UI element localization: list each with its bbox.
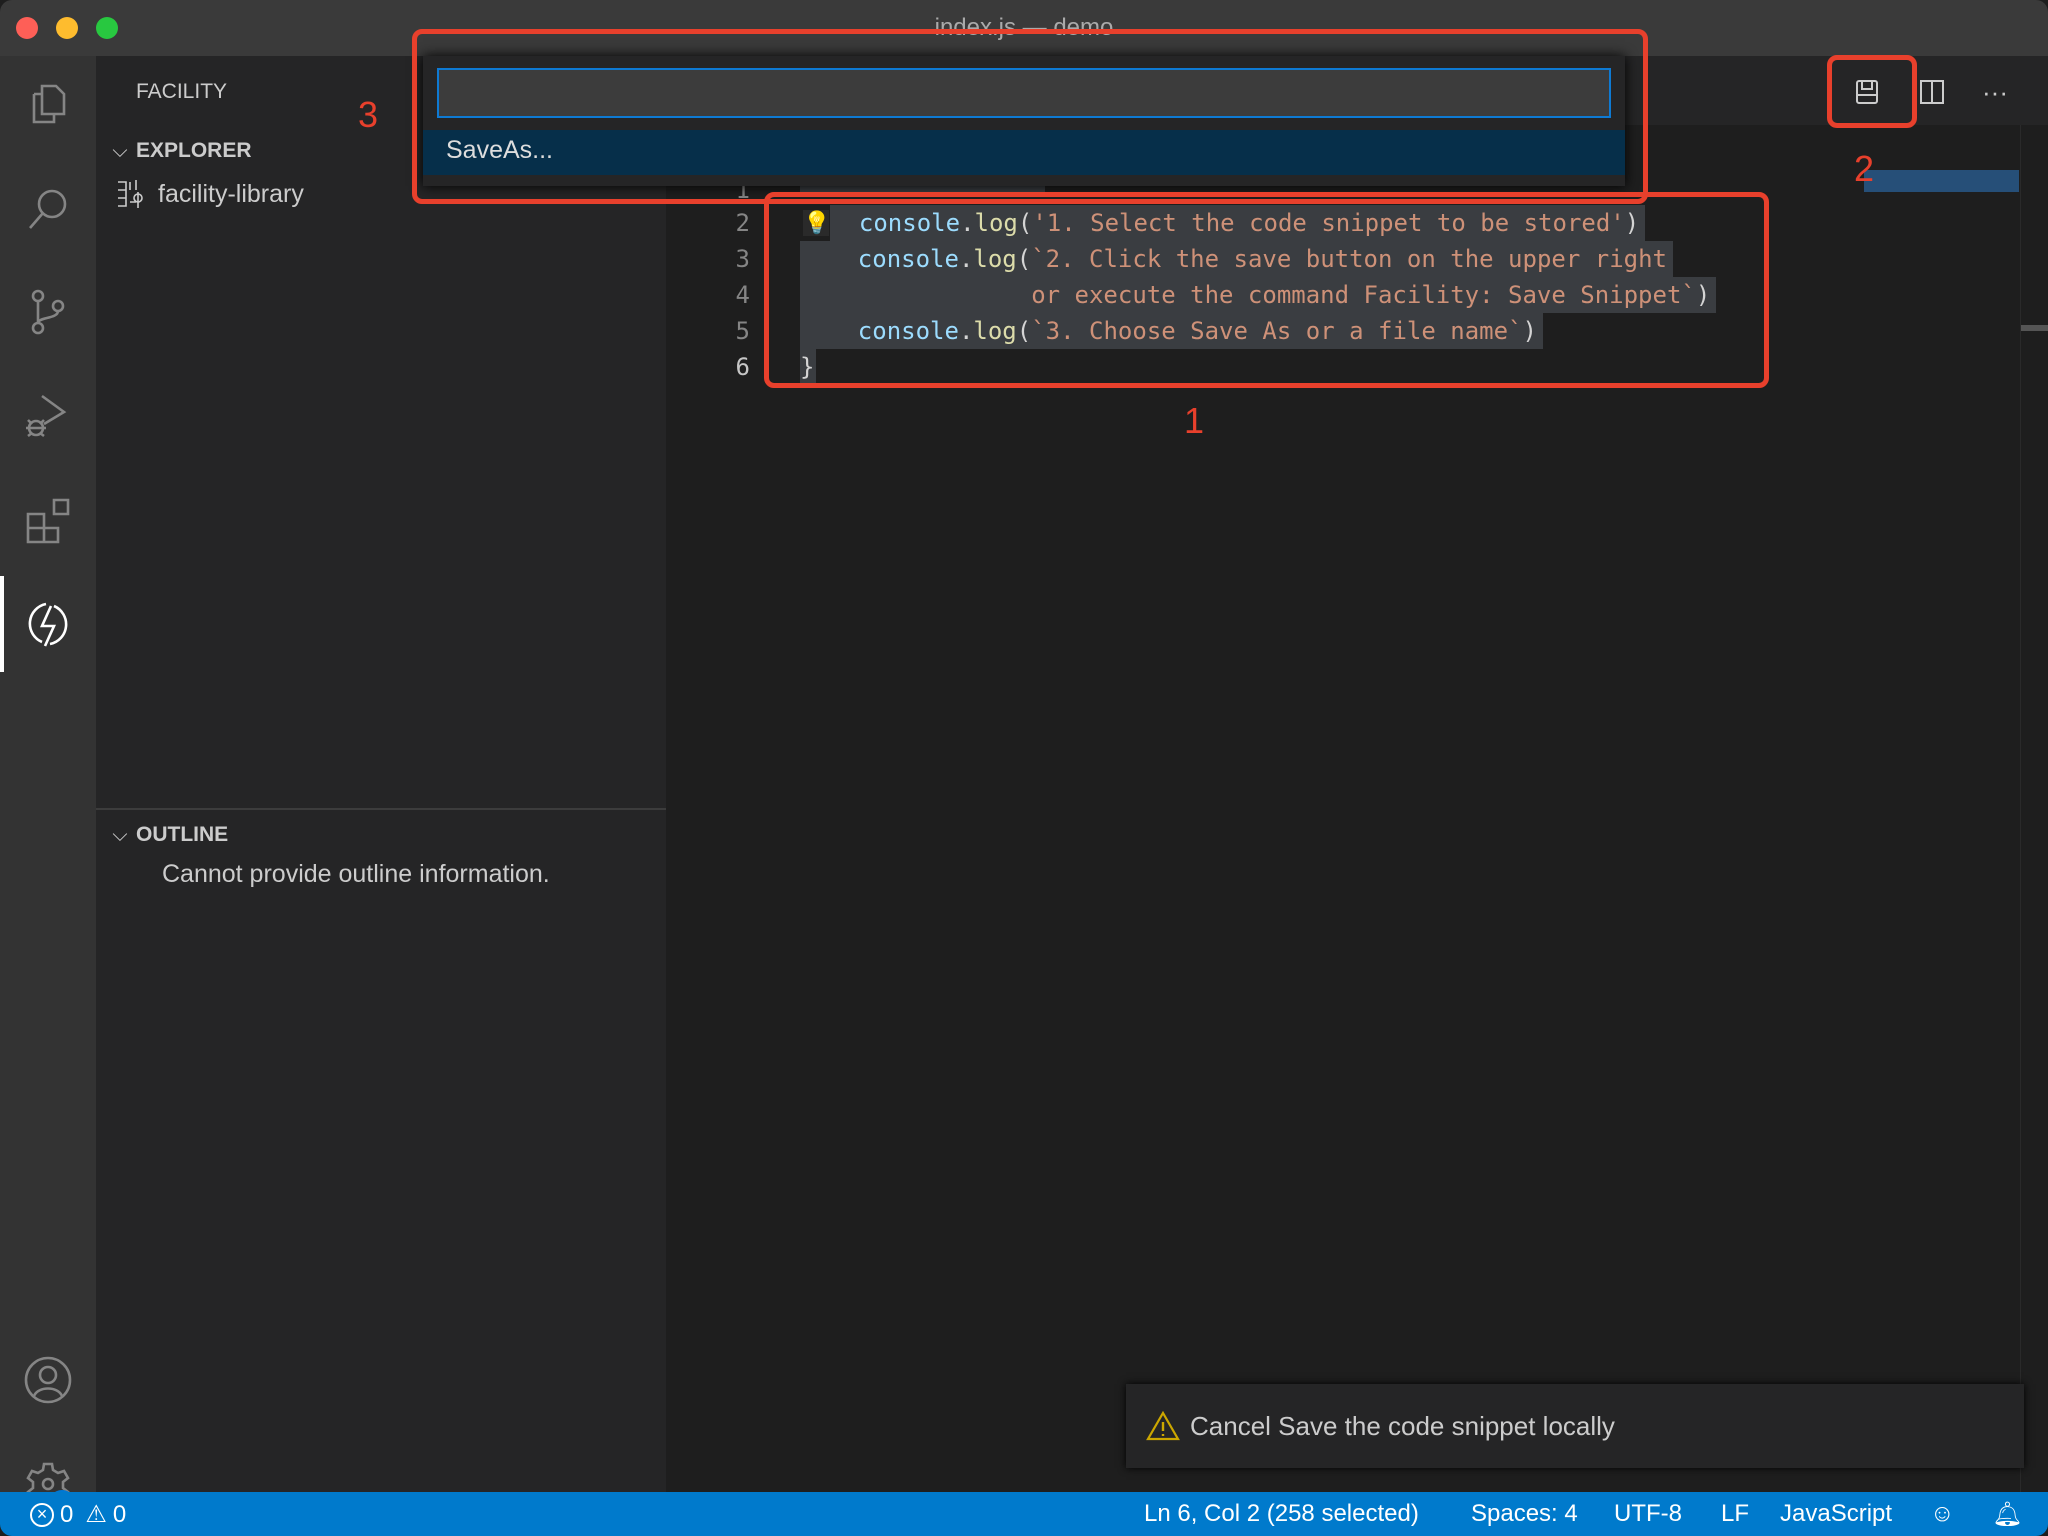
warning-icon: ⚠ bbox=[85, 1501, 107, 1528]
encoding[interactable]: UTF-8 bbox=[1614, 1500, 1682, 1528]
more-actions-button[interactable]: ··· bbox=[1973, 70, 2017, 114]
line-number: 4 bbox=[735, 281, 750, 309]
activity-run-debug[interactable] bbox=[0, 368, 96, 464]
files-icon bbox=[32, 84, 66, 124]
line-number: 6 bbox=[735, 353, 750, 381]
activity-extensions[interactable] bbox=[0, 472, 96, 568]
line-number: 3 bbox=[735, 245, 750, 273]
library-icon bbox=[118, 180, 143, 208]
language-mode[interactable]: JavaScript bbox=[1780, 1500, 1892, 1528]
annotation-label-2: 2 bbox=[1854, 148, 1875, 189]
chevron-down-icon: ⌵ bbox=[112, 823, 128, 846]
problems-indicator[interactable]: × 0 ⚠ 0 bbox=[30, 1500, 126, 1529]
notification-toast: Cancel Save the code snippet locally bbox=[1126, 1384, 2024, 1468]
indentation[interactable]: Spaces: 4 bbox=[1471, 1500, 1578, 1528]
section-divider bbox=[96, 808, 666, 810]
activity-source-control[interactable] bbox=[0, 264, 96, 360]
warning-count: 0 bbox=[112, 1500, 127, 1528]
outline-header-label: OUTLINE bbox=[136, 823, 229, 846]
source-control-icon bbox=[31, 289, 65, 335]
run-debug-icon bbox=[26, 394, 67, 438]
facility-library-label: facility-library bbox=[158, 179, 304, 208]
sidebar-title: FACILITY bbox=[136, 80, 228, 103]
lightning-icon bbox=[28, 602, 68, 647]
activity-bar: 1 bbox=[0, 56, 96, 1518]
cursor-position[interactable]: Ln 6, Col 2 (258 selected) bbox=[1144, 1500, 1419, 1528]
line-number: 2 bbox=[735, 209, 750, 237]
annotation-box-1 bbox=[764, 192, 1769, 388]
status-bar: × 0 ⚠ 0 Ln 6, Col 2 (258 selected) Space… bbox=[0, 1492, 2048, 1536]
list-item-facility-library[interactable]: facility-library bbox=[116, 174, 304, 214]
activity-explorer[interactable] bbox=[0, 56, 96, 152]
editor-scrollbar[interactable] bbox=[2020, 125, 2048, 1492]
activity-accounts[interactable] bbox=[0, 1332, 96, 1428]
activity-search[interactable] bbox=[0, 160, 96, 256]
notifications-bell-icon[interactable]: 🔔︎ bbox=[1992, 1500, 2022, 1529]
warning-icon bbox=[1146, 1411, 1180, 1441]
sidebar: FACILITY ⌵ EXPLORER facility-library ⌵ O… bbox=[96, 56, 666, 1492]
outline-message: Cannot provide outline information. bbox=[162, 860, 550, 888]
minimap-selection bbox=[1864, 170, 2019, 192]
activity-facility[interactable] bbox=[0, 576, 96, 672]
outline-section-header[interactable]: ⌵ OUTLINE bbox=[104, 818, 666, 852]
error-count: 0 bbox=[60, 1500, 74, 1528]
extensions-icon bbox=[26, 498, 70, 544]
annotation-box-3 bbox=[412, 29, 1648, 204]
account-icon bbox=[24, 1356, 72, 1404]
end-of-line[interactable]: LF bbox=[1721, 1500, 1749, 1528]
chevron-down-icon: ⌵ bbox=[112, 139, 128, 162]
explorer-header-label: EXPLORER bbox=[136, 139, 252, 162]
line-number: 5 bbox=[735, 317, 750, 345]
annotation-label-3: 3 bbox=[358, 94, 379, 135]
annotation-box-2 bbox=[1827, 55, 1917, 128]
notification-message: Cancel Save the code snippet locally bbox=[1190, 1410, 1615, 1441]
search-icon bbox=[29, 189, 67, 229]
ellipsis-icon: ··· bbox=[1982, 76, 2008, 107]
split-editor-icon bbox=[1920, 80, 1944, 104]
feedback-icon[interactable]: ☺ bbox=[1930, 1500, 1955, 1528]
error-icon: × bbox=[30, 1502, 54, 1527]
annotation-label-1: 1 bbox=[1184, 400, 1205, 441]
